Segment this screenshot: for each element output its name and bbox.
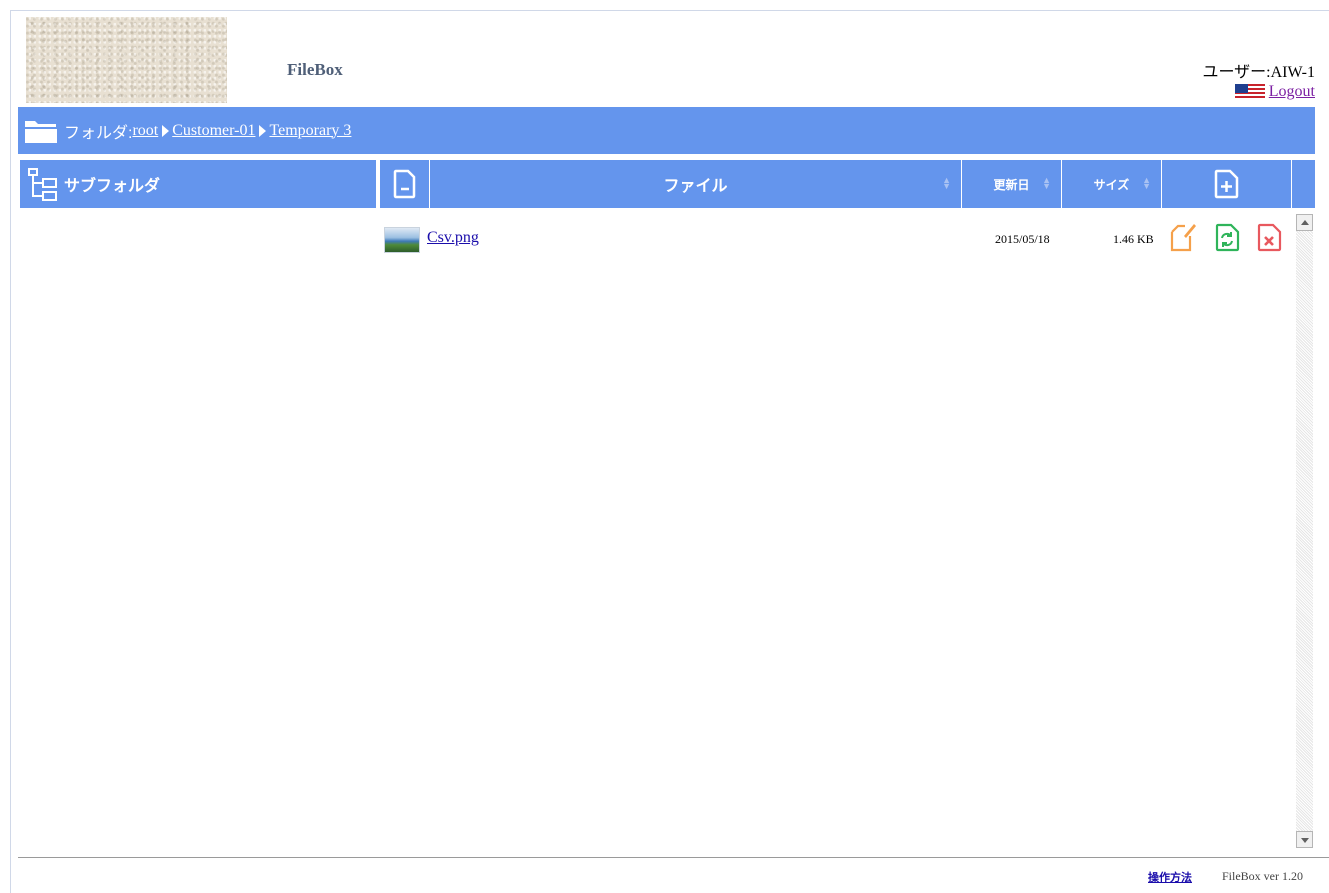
replace-file-icon[interactable] bbox=[1213, 220, 1243, 254]
subfolder-title: サブフォルダ bbox=[64, 178, 161, 195]
user-label: ユーザー:AIW-1 bbox=[1202, 64, 1315, 81]
file-icon bbox=[393, 169, 415, 199]
breadcrumb-item-customer[interactable]: Customer-01 bbox=[172, 122, 255, 140]
help-link[interactable]: 操作方法 bbox=[1148, 869, 1192, 885]
breadcrumb-item-root[interactable]: root bbox=[132, 122, 158, 140]
breadcrumb: フォルダ: root Customer-01 Temporary 3 bbox=[18, 107, 1315, 154]
delete-file-icon[interactable] bbox=[1255, 220, 1285, 254]
footer-divider bbox=[18, 857, 1329, 858]
add-file-column bbox=[1162, 160, 1292, 208]
file-size: 1.46 KB bbox=[1113, 232, 1154, 246]
breadcrumb-arrow-icon bbox=[259, 124, 267, 137]
user-info: ユーザー:AIW-1 Logout bbox=[1202, 58, 1315, 101]
folder-icon bbox=[25, 120, 57, 143]
breadcrumb-label: フォルダ: bbox=[64, 124, 133, 142]
breadcrumb-item-temporary[interactable]: Temporary 3 bbox=[269, 122, 351, 140]
edit-file-icon[interactable] bbox=[1168, 220, 1198, 254]
scroll-up-button[interactable] bbox=[1296, 214, 1313, 231]
file-name-link[interactable]: Csv.png bbox=[427, 229, 479, 247]
sort-icon: ▲ ▼ bbox=[942, 175, 951, 191]
file-table-header: ファイル ▲ ▼ 更新日 ▲ ▼ サイズ ▲ ▼ bbox=[380, 160, 1315, 208]
add-file-icon[interactable] bbox=[1214, 169, 1240, 199]
logo-image bbox=[26, 17, 227, 103]
folder-tree-icon bbox=[28, 168, 57, 201]
logout-link[interactable]: Logout bbox=[1269, 83, 1315, 101]
file-date: 2015/05/18 bbox=[995, 232, 1050, 246]
column-size-label: サイズ bbox=[1093, 177, 1130, 192]
column-header-name[interactable]: ファイル ▲ ▼ bbox=[430, 160, 962, 208]
breadcrumb-arrow-icon bbox=[162, 124, 170, 137]
sort-icon: ▲ ▼ bbox=[1042, 175, 1051, 191]
app-title: FileBox bbox=[287, 60, 343, 79]
scroll-down-button[interactable] bbox=[1296, 831, 1313, 848]
us-flag-icon[interactable] bbox=[1234, 84, 1265, 100]
file-type-column bbox=[380, 160, 430, 208]
table-row: Csv.png 2015/05/18 1.46 KB bbox=[384, 223, 1294, 254]
column-name-label: ファイル bbox=[663, 178, 728, 195]
version-text: FileBox ver 1.20 bbox=[1222, 869, 1303, 883]
logout-area: Logout bbox=[1202, 83, 1315, 101]
subfolder-header: サブフォルダ bbox=[20, 160, 376, 208]
column-date-label: 更新日 bbox=[993, 177, 1030, 192]
column-header-size[interactable]: サイズ ▲ ▼ bbox=[1062, 160, 1162, 208]
sort-icon: ▲ ▼ bbox=[1142, 175, 1151, 191]
image-thumbnail-icon bbox=[384, 227, 420, 253]
column-header-date[interactable]: 更新日 ▲ ▼ bbox=[962, 160, 1062, 208]
vertical-scrollbar[interactable] bbox=[1296, 214, 1313, 848]
